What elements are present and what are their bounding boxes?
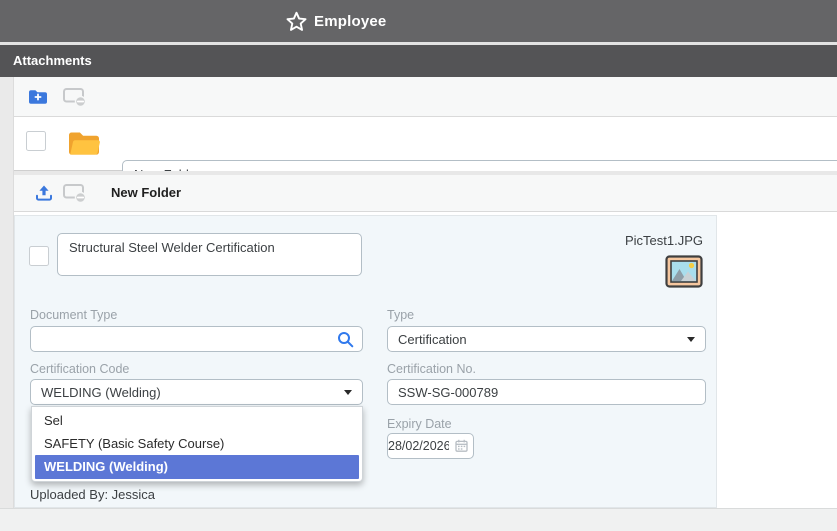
page-title: Employee — [314, 13, 386, 30]
image-thumbnail-icon[interactable] — [665, 255, 703, 288]
attachment-title-input[interactable]: Structural Steel Welder Certification — [57, 233, 362, 276]
favorite-star-icon[interactable] — [286, 11, 307, 32]
current-folder-label: New Folder — [111, 175, 181, 211]
certification-code-select[interactable]: WELDING (Welding) — [30, 379, 363, 405]
expiry-date-label: Expiry Date — [387, 417, 452, 431]
upload-icon — [35, 184, 53, 202]
attachment-checkbox[interactable] — [29, 246, 49, 266]
dropdown-option-safety[interactable]: SAFETY (Basic Safety Course) — [32, 432, 362, 455]
card-minus-icon — [63, 88, 87, 107]
certification-code-dropdown: Sel SAFETY (Basic Safety Course) WELDING… — [31, 406, 363, 482]
folder-plus-icon — [28, 89, 48, 105]
chevron-down-icon — [687, 337, 695, 342]
certification-code-value: WELDING (Welding) — [41, 385, 161, 400]
certification-code-label: Certification Code — [30, 362, 129, 376]
document-type-label: Document Type — [30, 308, 117, 322]
file-name: PicTest1.JPG — [625, 233, 703, 248]
type-select[interactable]: Certification — [387, 326, 706, 352]
calendar-icon[interactable] — [455, 439, 468, 452]
folders-toolbar — [14, 77, 837, 117]
certification-no-label: Certification No. — [387, 362, 476, 376]
left-gutter — [0, 77, 13, 508]
dropdown-option-welding[interactable]: WELDING (Welding) — [35, 455, 359, 479]
expiry-date-field — [387, 433, 474, 459]
certification-no-input[interactable] — [387, 379, 706, 405]
screen: Employee Attachments — [0, 0, 837, 531]
remove-file-button[interactable] — [62, 184, 87, 203]
document-type-input[interactable] — [30, 326, 363, 352]
app-header: Employee — [0, 0, 837, 42]
bottom-strip — [0, 508, 837, 531]
add-folder-button[interactable] — [27, 88, 49, 106]
folder-checkbox[interactable] — [26, 131, 46, 151]
type-label: Type — [387, 308, 414, 322]
document-type-field — [30, 326, 363, 352]
folder-row: New Folder — [14, 117, 837, 171]
attachment-card: Structural Steel Welder Certification Pi… — [14, 215, 717, 508]
remove-folder-button[interactable] — [62, 88, 87, 107]
folder-icon[interactable] — [67, 128, 101, 158]
uploaded-by-text: Uploaded By: Jessica — [30, 487, 155, 502]
upload-file-button[interactable] — [34, 183, 54, 203]
section-title: Attachments — [0, 45, 837, 77]
card-minus-icon — [63, 184, 87, 203]
attachments-section-bar: Attachments — [0, 45, 837, 77]
type-select-value: Certification — [398, 332, 467, 347]
chevron-down-icon — [344, 390, 352, 395]
attachments-panel: New Folder New Folder St — [13, 77, 837, 508]
dropdown-option-sel[interactable]: Sel — [32, 409, 362, 432]
search-icon[interactable] — [337, 331, 354, 348]
